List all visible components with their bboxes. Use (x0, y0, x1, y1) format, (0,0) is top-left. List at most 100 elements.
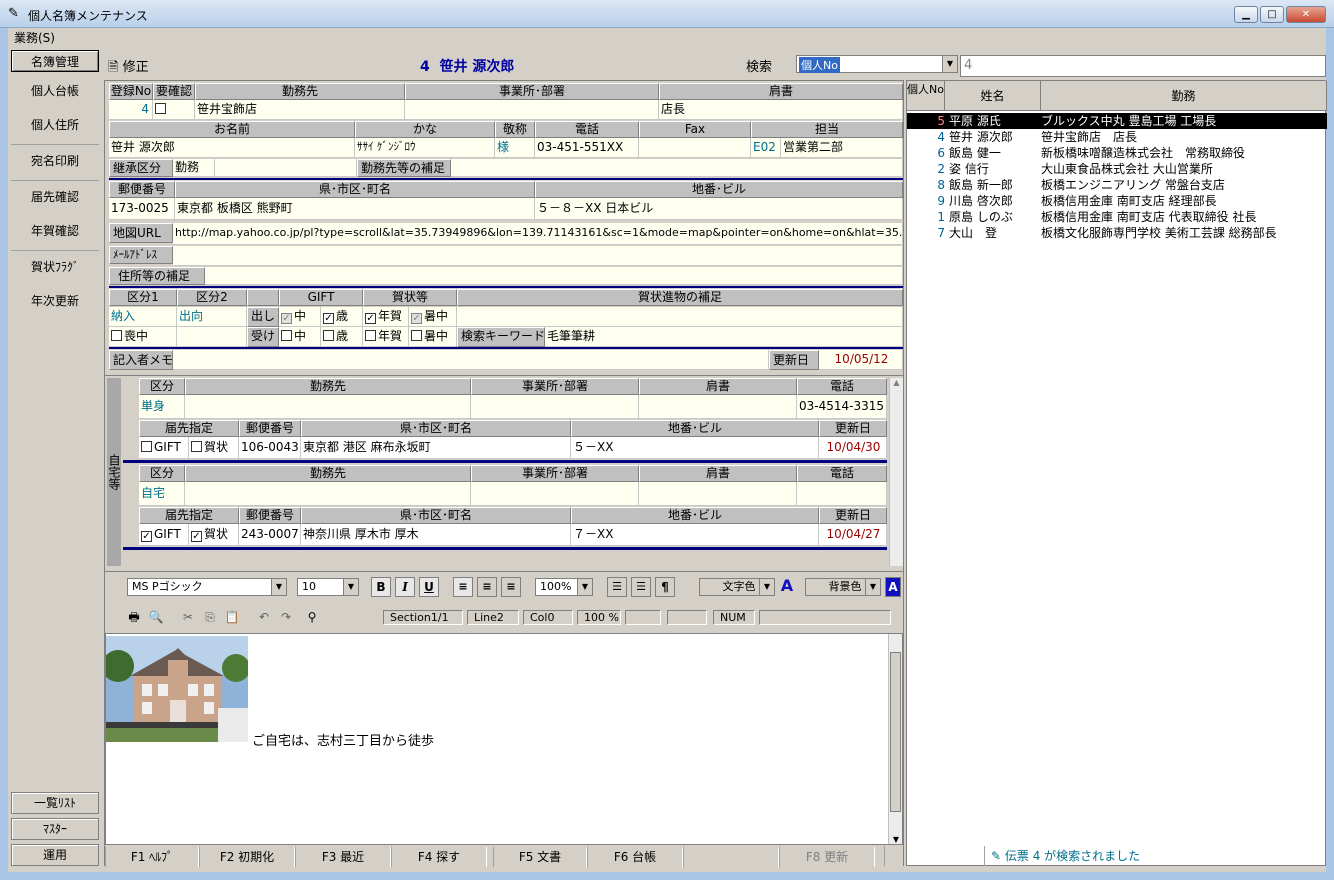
sub-a-phone[interactable]: 03-4514-3315 (797, 395, 887, 419)
sidebar-item-nenga[interactable]: 年賀確認 (11, 220, 99, 242)
undo-icon[interactable]: ↶ (255, 608, 273, 626)
in-shochu-checkbox[interactable]: 暑中 (409, 327, 457, 347)
sub-a-title[interactable] (639, 395, 797, 419)
sidebar-item-flag[interactable]: 賀状ﾌﾗｸﾞ (11, 256, 99, 278)
sidebar-ops-button[interactable]: 運用 (11, 844, 99, 866)
out-nenga-checkbox[interactable]: ✓ 年賀 (363, 307, 409, 327)
zip-field[interactable]: 173-0025 (109, 198, 175, 220)
sub-a-company[interactable] (185, 395, 471, 419)
card-supp-field[interactable] (457, 307, 903, 327)
f4-search-button[interactable]: F4 探す (391, 847, 487, 867)
out-chu-checkbox[interactable]: ✓ 中 (279, 307, 321, 327)
paste-icon[interactable]: 📋 (223, 608, 241, 626)
sub-b-zip[interactable]: 243-0007 (239, 524, 301, 546)
editor-scrollbar[interactable]: ▼ (888, 634, 902, 844)
maximize-button[interactable]: □ (1260, 6, 1284, 23)
list-item[interactable]: 7 大山 登 板橋文化服飾専門学校 美術工芸課 総務部長 (907, 225, 1327, 241)
street-field[interactable]: ５－８－XX 日本ビル (535, 198, 903, 220)
sub-a-dept[interactable] (471, 395, 639, 419)
honorific-field[interactable]: 様 (495, 138, 535, 158)
font-size-select[interactable]: 10 ▼ (297, 578, 359, 596)
in-nenga-checkbox[interactable]: 年賀 (363, 327, 409, 347)
highlight-color-icon[interactable]: A (885, 577, 901, 597)
list-item[interactable]: 1 原島 しのぶ 板橋信用金庫 南町支店 代表取締役 社長 (907, 209, 1327, 225)
f1-help-button[interactable]: F1 ﾍﾙﾌﾟ (105, 847, 199, 867)
search-field-select[interactable]: 個人No ▼ (796, 55, 958, 73)
sub-a-zip[interactable]: 106-0043 (239, 437, 301, 459)
fax-field[interactable] (639, 138, 751, 158)
editor-body[interactable]: ご自宅は、志村三丁目から徒歩 ▼ (105, 633, 903, 845)
font-color-icon[interactable]: A (777, 577, 797, 597)
sidebar-master-button[interactable]: ﾏｽﾀｰ (11, 818, 99, 840)
confirm-checkbox[interactable] (153, 100, 195, 120)
copy-icon[interactable]: ⎘ (201, 608, 219, 626)
zoom-select[interactable]: 100% ▼ (535, 578, 593, 596)
sub-a-city[interactable]: 東京都 港区 麻布永坂町 (301, 437, 571, 459)
sidebar-item-jusho[interactable]: 個人住所 (11, 114, 99, 136)
phone-field[interactable]: 03-451-551XX (535, 138, 639, 158)
staff-name-field[interactable]: 営業第二部 (781, 138, 903, 158)
sub-b-nenga-checkbox[interactable]: ✓ 賀状 (189, 524, 239, 546)
sub-b-gift-checkbox[interactable]: ✓ GIFT (139, 524, 189, 546)
list-item[interactable]: 8 飯島 新一郎 板橋エンジニアリング 常盤台支店 (907, 177, 1327, 193)
f8-update-button[interactable]: F8 更新 (779, 847, 875, 867)
mourning-checkbox[interactable]: 喪中 (109, 327, 177, 347)
f2-init-button[interactable]: F2 初期化 (199, 847, 295, 867)
cat-blank[interactable] (177, 327, 247, 347)
cut-icon[interactable]: ✂ (179, 608, 197, 626)
staff-code-field[interactable]: E02 (751, 138, 781, 158)
list-item[interactable]: 6 飯島 健一 新板橋味噌醸造株式会社 常務取締役 (907, 145, 1327, 161)
scroll-thumb[interactable] (890, 652, 901, 812)
sidebar-list-button[interactable]: 一覧ﾘｽﾄ (11, 792, 99, 814)
font-select[interactable]: MS Pゴシック ▼ (127, 578, 287, 596)
map-url-field[interactable]: http://map.yahoo.co.jp/pl?type=scroll&la… (173, 223, 903, 245)
f6-ledger-button[interactable]: F6 台帳 (587, 847, 683, 867)
kana-field[interactable]: ｻｻｲ ｹﾞﾝｼﾞﾛｳ (355, 138, 495, 158)
bold-button[interactable]: B (371, 577, 391, 597)
paragraph-mark-icon[interactable]: ¶ (655, 577, 675, 597)
cat1-field[interactable]: 納入 (109, 307, 177, 327)
text-color-select[interactable]: 文字色 ▼ (699, 578, 775, 596)
sidebar-item-nenji[interactable]: 年次更新 (11, 290, 99, 312)
out-sai-checkbox[interactable]: ✓ 歳 (321, 307, 363, 327)
numbered-list-icon[interactable]: ☰ (607, 577, 627, 597)
sub-b-street[interactable]: ７－XX (571, 524, 819, 546)
f5-document-button[interactable]: F5 文書 (493, 847, 587, 867)
list-header-no[interactable]: 個人No (907, 81, 945, 111)
print-icon[interactable]: 🖶 (125, 608, 143, 626)
f3-recent-button[interactable]: F3 最近 (295, 847, 391, 867)
list-item[interactable]: 2 姿 信行 大山東食品株式会社 大山営業所 (907, 161, 1327, 177)
bullet-list-icon[interactable]: ☰ (631, 577, 651, 597)
sidebar-item-todokesaki[interactable]: 届先確認 (11, 186, 99, 208)
mail-field[interactable] (173, 246, 903, 266)
addr-supp-field[interactable] (205, 267, 903, 285)
company-field[interactable]: 笹井宝飾店 (195, 100, 405, 120)
list-item[interactable]: 9 川島 啓次郎 板橋信用金庫 南町支店 経理部長 (907, 193, 1327, 209)
bg-color-select[interactable]: 背景色 ▼ (805, 578, 881, 596)
find-icon[interactable]: ⚲ (303, 608, 321, 626)
align-left-icon[interactable]: ≡ (453, 577, 473, 597)
title-field[interactable]: 店長 (659, 100, 903, 120)
underline-button[interactable]: U (419, 577, 439, 597)
search-input[interactable]: 4 (960, 55, 1326, 77)
out-shochu-checkbox[interactable]: ✓ 暑中 (409, 307, 457, 327)
close-button[interactable]: ✕ (1286, 6, 1326, 23)
in-chu-checkbox[interactable]: 中 (279, 327, 321, 347)
list-header-name[interactable]: 姓名 (945, 81, 1041, 111)
f7-blank-button[interactable] (683, 847, 779, 867)
minimize-button[interactable]: ▁ (1234, 6, 1258, 23)
keyword-field[interactable]: 毛筆筆耕 (545, 327, 903, 347)
redo-icon[interactable]: ↷ (277, 608, 295, 626)
sub-scrollbar[interactable]: ▲ (889, 378, 903, 566)
print-preview-icon[interactable]: 🔍 (147, 608, 165, 626)
inherit-field[interactable]: 勤務 (173, 159, 215, 177)
in-sai-checkbox[interactable]: 歳 (321, 327, 363, 347)
sidebar-item-atena[interactable]: 宛名印刷 (11, 150, 99, 172)
city-field[interactable]: 東京都 板橋区 熊野町 (175, 198, 535, 220)
sidebar-item-daicho[interactable]: 個人台帳 (11, 80, 99, 102)
italic-button[interactable]: I (395, 577, 415, 597)
sub-b-phone[interactable] (797, 482, 887, 506)
cat2-field[interactable]: 出向 (177, 307, 247, 327)
inherit-blank[interactable] (215, 159, 357, 177)
scroll-down-icon[interactable]: ▼ (889, 835, 903, 844)
